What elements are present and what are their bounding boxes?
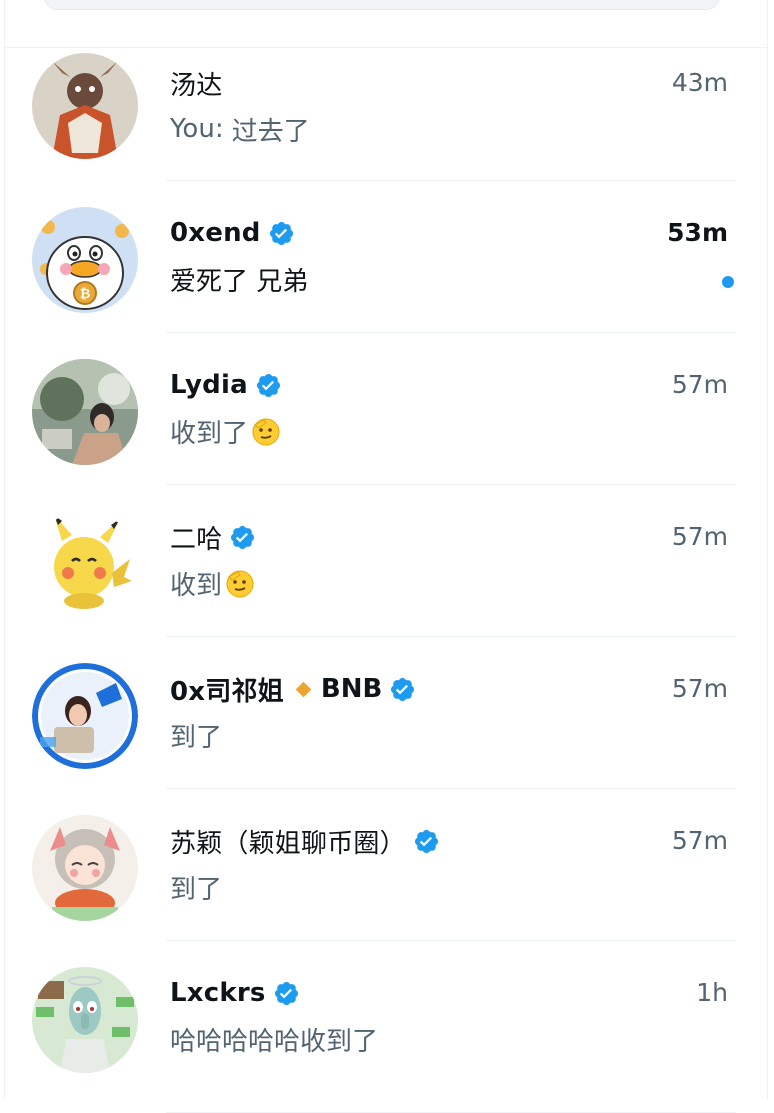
row-divider — [166, 332, 736, 333]
contact-name: 苏颖（颖姐聊币圈） — [170, 828, 406, 859]
timestamp: 57m — [671, 522, 728, 551]
verified-badge-icon — [255, 372, 282, 399]
saluting-face-icon — [224, 567, 256, 599]
avatar[interactable] — [32, 53, 138, 159]
verified-badge-icon — [413, 828, 440, 855]
verified-badge-icon — [268, 220, 295, 247]
avatar[interactable] — [32, 815, 138, 921]
timestamp: 1h — [696, 978, 728, 1007]
verified-badge-icon — [273, 980, 300, 1007]
contact-name: 二哈 — [170, 524, 223, 555]
conversation-row[interactable]: ₿ 0xend 53m 爱死了 兄弟 — [0, 201, 774, 353]
message-preview: 收到了 — [170, 413, 282, 449]
contact-name: 0x司祁姐 — [170, 676, 284, 707]
timestamp: 57m — [671, 674, 728, 703]
contact-name: Lydia — [170, 370, 248, 400]
timestamp: 43m — [671, 68, 728, 97]
message-preview: You: 过去了 — [170, 111, 310, 147]
preview-text: 到了 — [170, 874, 223, 905]
contact-name: Lxckrs — [170, 978, 266, 1008]
message-preview: 爱死了 兄弟 — [170, 261, 308, 297]
avatar-woman-blue-ring — [32, 663, 138, 769]
avatar[interactable]: ₿ — [32, 207, 138, 313]
svg-text:₿: ₿ — [80, 287, 91, 302]
saluting-face-icon — [250, 415, 282, 447]
avatar-woman-photo — [32, 359, 138, 465]
avatar-illustration-ox-warrior — [32, 53, 138, 159]
avatar-anime-girl — [32, 815, 138, 921]
row-divider — [166, 788, 736, 789]
verified-badge-icon — [389, 676, 416, 703]
bnb-badge-label: BNB — [320, 674, 383, 704]
row-divider — [166, 940, 736, 941]
row-divider — [166, 484, 736, 485]
message-preview: 到了 — [170, 869, 222, 905]
conversation-row[interactable]: Lydia 57m 收到了 — [0, 353, 774, 505]
message-preview: 收到 — [170, 565, 256, 601]
avatar[interactable] — [32, 663, 138, 769]
preview-text: 过去了 — [231, 116, 310, 147]
avatar-pikachu — [32, 511, 138, 617]
timestamp: 57m — [671, 826, 728, 855]
preview-text: 哈哈哈哈哈收到了 — [170, 1026, 379, 1057]
contact-name: 汤达 — [170, 70, 223, 101]
message-preview: 到了 — [170, 717, 222, 753]
conversation-row[interactable]: 苏颖（颖姐聊币圈） 57m 到了 — [0, 809, 774, 961]
conversation-row[interactable]: 汤达 43m You: 过去了 — [0, 49, 774, 201]
preview-text: 爱死了 兄弟 — [170, 266, 309, 297]
you-prefix: You: — [170, 114, 224, 144]
avatar-duck-bitcoin: ₿ — [32, 207, 138, 313]
unread-indicator-icon — [722, 276, 734, 288]
bnb-diamond-icon — [295, 681, 312, 697]
avatar[interactable] — [32, 511, 138, 617]
contact-name: 0xend — [170, 218, 261, 248]
avatar-squidward-money — [32, 967, 138, 1073]
verified-badge-icon — [229, 524, 256, 551]
preview-text: 收到 — [170, 570, 223, 601]
conversation-row[interactable]: Lxckrs 1h 哈哈哈哈哈收到了 — [0, 961, 774, 1113]
message-preview: 哈哈哈哈哈收到了 — [170, 1021, 378, 1057]
timestamp: 57m — [671, 370, 728, 399]
conversation-list: 汤达 43m You: 过去了 ₿ 0xend 53m 爱死了 兄弟 Lydia… — [0, 0, 774, 1113]
avatar[interactable] — [32, 967, 138, 1073]
timestamp: 53m — [667, 218, 728, 247]
row-divider — [166, 636, 736, 637]
preview-text: 收到了 — [170, 418, 249, 449]
conversation-row[interactable]: 0x司祁姐 BNB 57m 到了 — [0, 657, 774, 809]
conversation-row[interactable]: 二哈 57m 收到 — [0, 505, 774, 657]
row-divider — [166, 180, 736, 181]
preview-text: 到了 — [170, 722, 223, 753]
avatar[interactable] — [32, 359, 138, 465]
